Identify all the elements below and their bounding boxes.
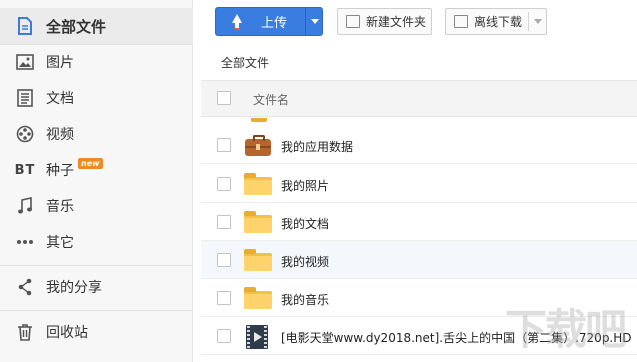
upload-button[interactable]: 上传 xyxy=(215,7,323,36)
watermark-logo: 下载吧 xyxy=(505,305,627,354)
sidebar-item-label: 全部文件 xyxy=(46,17,107,36)
image-icon xyxy=(15,52,35,72)
offline-download-button[interactable]: 离线下载 xyxy=(445,8,547,35)
sidebar-item-label: 音乐 xyxy=(46,199,74,215)
trash-icon xyxy=(15,322,35,342)
chevron-down-icon[interactable] xyxy=(534,19,542,24)
sidebar-item-label: 回收站 xyxy=(46,325,88,341)
sidebar-item-all-files[interactable]: 全部文件 xyxy=(0,8,193,44)
bt-icon: BT xyxy=(15,160,35,180)
sidebar-item-recycle-bin[interactable]: 回收站 xyxy=(0,314,193,350)
table-row[interactable]: 我的视频 xyxy=(201,241,637,279)
download-icon xyxy=(454,15,468,28)
sidebar-item-label: 种子 xyxy=(46,163,74,179)
sidebar-item-label: 视频 xyxy=(46,127,74,143)
divider xyxy=(0,265,193,266)
row-checkbox[interactable] xyxy=(217,253,231,267)
new-folder-icon xyxy=(346,15,360,28)
table-row[interactable]: 我的应用数据 xyxy=(201,126,637,164)
sidebar-item-torrents[interactable]: BT 种子 new xyxy=(0,152,193,188)
file-name[interactable]: 我的视频 xyxy=(281,253,329,270)
row-checkbox[interactable] xyxy=(217,329,231,343)
new-folder-label: 新建文件夹 xyxy=(366,15,427,29)
sidebar-item-images[interactable]: 图片 xyxy=(0,44,193,80)
offline-download-label: 离线下载 xyxy=(474,15,523,29)
file-icon xyxy=(15,16,35,36)
sidebar-item-documents[interactable]: 文档 xyxy=(0,80,193,116)
file-table-header: 文件名 xyxy=(201,80,637,117)
folder-icon xyxy=(244,173,272,195)
file-name[interactable]: 我的音乐 xyxy=(281,291,329,308)
video-file-icon xyxy=(244,325,272,349)
upload-split-divider xyxy=(305,8,306,35)
divider xyxy=(0,310,193,311)
film-reel-icon xyxy=(15,124,35,144)
sidebar-item-videos[interactable]: 视频 xyxy=(0,116,193,152)
chevron-down-icon[interactable] xyxy=(311,19,319,24)
new-badge: new xyxy=(78,158,103,169)
sidebar-item-label: 图片 xyxy=(46,55,74,71)
column-header-filename[interactable]: 文件名 xyxy=(253,91,289,108)
partial-row xyxy=(201,118,637,126)
bt-icon-text: BT xyxy=(14,162,36,178)
row-checkbox[interactable] xyxy=(217,215,231,229)
sidebar-item-label: 我的分享 xyxy=(46,280,102,296)
share-icon xyxy=(15,277,35,297)
folder-icon xyxy=(244,287,272,309)
file-name[interactable]: 我的文档 xyxy=(281,215,329,232)
sidebar-item-music[interactable]: 音乐 xyxy=(0,188,193,224)
music-note-icon xyxy=(15,196,35,216)
sidebar-item-label: 文档 xyxy=(46,91,74,107)
sidebar-item-label: 其它 xyxy=(46,235,74,251)
upload-label: 上传 xyxy=(261,16,288,31)
folder-icon xyxy=(251,118,267,122)
sidebar-item-other[interactable]: 其它 xyxy=(0,224,193,260)
sidebar: 全部文件 图片 文档 视频 BT 种子 new 音乐 其它 我的分享 回收站 xyxy=(0,0,193,362)
breadcrumb[interactable]: 全部文件 xyxy=(221,54,269,71)
offline-split-divider xyxy=(528,12,529,31)
row-checkbox[interactable] xyxy=(217,138,231,152)
sidebar-item-my-shares[interactable]: 我的分享 xyxy=(0,269,193,305)
select-all-checkbox[interactable] xyxy=(217,91,231,105)
table-row[interactable]: 我的文档 xyxy=(201,203,637,241)
toolbar: 上传 新建文件夹 离线下载 xyxy=(193,0,637,46)
upload-rocket-icon xyxy=(232,14,242,30)
row-checkbox[interactable] xyxy=(217,177,231,191)
briefcase-icon xyxy=(244,134,272,156)
table-row[interactable]: 我的照片 xyxy=(201,165,637,203)
row-checkbox[interactable] xyxy=(217,291,231,305)
new-folder-button[interactable]: 新建文件夹 xyxy=(337,8,432,35)
folder-icon xyxy=(244,211,272,233)
document-icon xyxy=(15,88,35,108)
folder-icon xyxy=(244,249,272,271)
file-name[interactable]: 我的应用数据 xyxy=(281,138,353,155)
file-name[interactable]: 我的照片 xyxy=(281,177,329,194)
more-dots-icon xyxy=(15,232,35,252)
